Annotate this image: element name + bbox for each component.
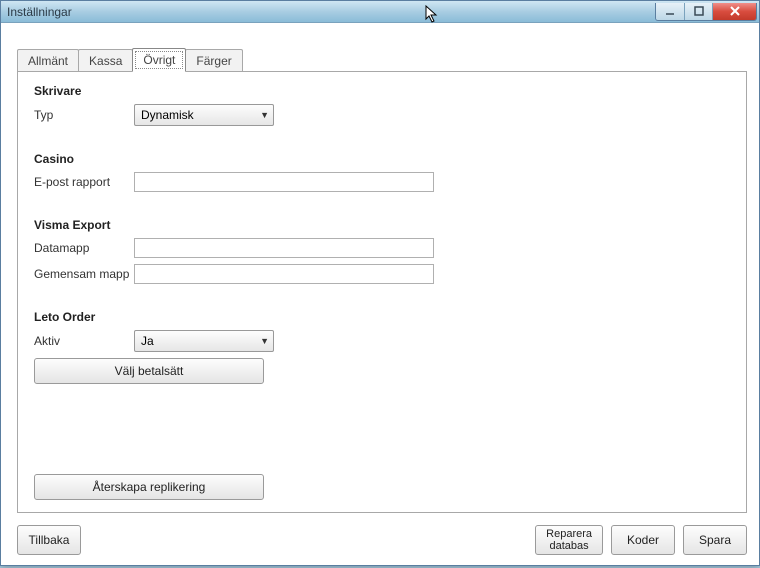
aterskapa-replikering-button[interactable]: Återskapa replikering [34, 474, 264, 500]
tab-farger[interactable]: Färger [185, 49, 242, 72]
tabstrip: Allmänt Kassa Övrigt Färger [17, 47, 759, 71]
chevron-down-icon: ▼ [260, 336, 269, 346]
datamapp-input[interactable] [134, 238, 434, 258]
spara-button[interactable]: Spara [683, 525, 747, 555]
tab-allmant[interactable]: Allmänt [17, 49, 79, 72]
button-label: Spara [699, 533, 731, 547]
section-leto: Leto Order Aktiv Ja ▼ Välj betalsätt [34, 310, 730, 384]
button-label: Koder [627, 533, 659, 547]
button-label-line1: Reparera [546, 528, 592, 540]
datamapp-label: Datamapp [34, 241, 134, 255]
epost-input[interactable] [134, 172, 434, 192]
epost-label: E-post rapport [34, 175, 134, 189]
footer-bar: Tillbaka Reparera databas Koder Spara [17, 525, 747, 555]
gemensam-input[interactable] [134, 264, 434, 284]
close-button[interactable] [712, 3, 756, 20]
tab-ovrigt[interactable]: Övrigt [132, 48, 186, 72]
tab-label: Färger [196, 54, 231, 68]
button-label: Återskapa replikering [93, 480, 206, 494]
button-label-line2: databas [546, 540, 592, 552]
button-label: Välj betalsätt [115, 364, 184, 378]
chevron-down-icon: ▼ [260, 110, 269, 120]
window-title: Inställningar [7, 5, 72, 19]
tab-panel-ovrigt: Skrivare Typ Dynamisk ▼ Casino E-post ra… [17, 71, 747, 513]
settings-window: Inställningar Allmänt Kassa Övrigt Färge… [0, 0, 760, 566]
section-visma: Visma Export Datamapp Gemensam mapp [34, 218, 730, 284]
section-heading: Leto Order [34, 310, 730, 324]
minimize-button[interactable] [656, 3, 684, 20]
typ-label: Typ [34, 108, 134, 122]
select-value: Dynamisk [141, 108, 194, 122]
tillbaka-button[interactable]: Tillbaka [17, 525, 81, 555]
section-heading: Casino [34, 152, 730, 166]
select-value: Ja [141, 334, 154, 348]
button-label: Tillbaka [29, 533, 70, 547]
koder-button[interactable]: Koder [611, 525, 675, 555]
window-controls [655, 3, 757, 21]
gemensam-label: Gemensam mapp [34, 267, 134, 281]
maximize-button[interactable] [684, 3, 712, 20]
section-heading: Skrivare [34, 84, 730, 98]
section-casino: Casino E-post rapport [34, 152, 730, 192]
reparera-databas-button[interactable]: Reparera databas [535, 525, 603, 555]
valj-betalsatt-button[interactable]: Välj betalsätt [34, 358, 264, 384]
aktiv-label: Aktiv [34, 334, 134, 348]
tab-label: Övrigt [143, 53, 175, 67]
section-heading: Visma Export [34, 218, 730, 232]
aktiv-select[interactable]: Ja ▼ [134, 330, 274, 352]
typ-select[interactable]: Dynamisk ▼ [134, 104, 274, 126]
tab-kassa[interactable]: Kassa [78, 49, 133, 72]
tab-label: Allmänt [28, 54, 68, 68]
titlebar: Inställningar [1, 1, 759, 23]
tab-label: Kassa [89, 54, 122, 68]
section-skrivare: Skrivare Typ Dynamisk ▼ [34, 84, 730, 126]
